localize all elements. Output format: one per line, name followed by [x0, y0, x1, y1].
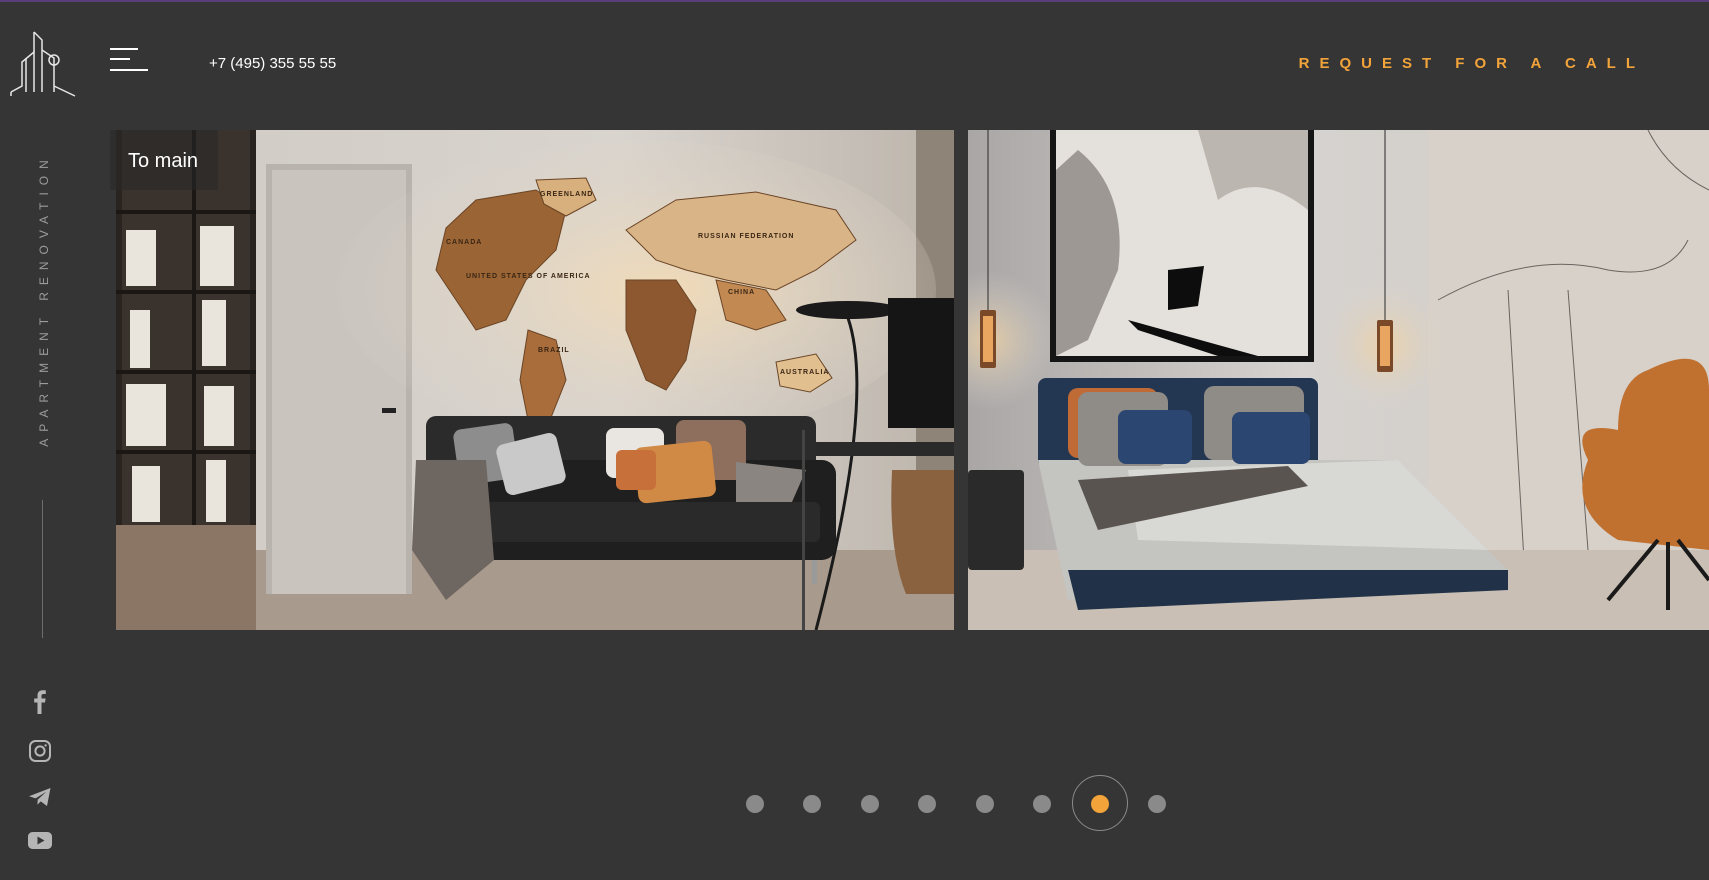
request-call-button[interactable]: REQUEST FOR A CALL [1299, 55, 1645, 72]
top-accent-line [0, 0, 1709, 2]
map-label: BRAZIL [538, 347, 570, 354]
map-label: UNITED STATES OF AMERICA [466, 273, 591, 280]
image-slider[interactable]: CANADA GREENLAND RUSSIAN FEDERATION CHIN… [116, 130, 1709, 630]
map-label: CANADA [446, 239, 482, 246]
map-label: CHINA [728, 289, 755, 296]
map-label: RUSSIAN FEDERATION [698, 233, 794, 240]
pagination-dot-active[interactable] [1091, 795, 1109, 813]
pagination-dot[interactable] [746, 795, 764, 813]
burger-line [110, 48, 138, 50]
pagination-dot[interactable] [861, 795, 879, 813]
pagination-dot[interactable] [976, 795, 994, 813]
slide-living-room[interactable]: CANADA GREENLAND RUSSIAN FEDERATION CHIN… [116, 130, 954, 630]
living-room-image: CANADA GREENLAND RUSSIAN FEDERATION CHIN… [116, 130, 954, 630]
instagram-icon[interactable] [26, 737, 54, 765]
map-label: GREENLAND [540, 191, 593, 198]
menu-burger-button[interactable] [110, 48, 148, 74]
bedroom-image [968, 130, 1709, 630]
to-main-label: To main [128, 150, 199, 172]
slide-bedroom[interactable] [968, 130, 1709, 630]
burger-line [110, 58, 130, 60]
pagination-dot[interactable] [918, 795, 936, 813]
to-main-link[interactable]: To main [110, 130, 218, 190]
map-label: AUSTRALIA [780, 369, 829, 376]
facebook-icon[interactable] [26, 687, 54, 715]
slider-pagination [0, 775, 1709, 831]
pagination-dot[interactable] [803, 795, 821, 813]
logo-icon[interactable] [10, 30, 76, 104]
pagination-dot[interactable] [1148, 795, 1166, 813]
pagination-dot[interactable] [1033, 795, 1051, 813]
phone-link[interactable]: +7 (495) 355 55 55 [209, 55, 336, 72]
sidebar-divider [42, 500, 43, 638]
sidebar-caption: APARTMENT RENOVATION [37, 153, 51, 447]
burger-line [110, 69, 148, 71]
